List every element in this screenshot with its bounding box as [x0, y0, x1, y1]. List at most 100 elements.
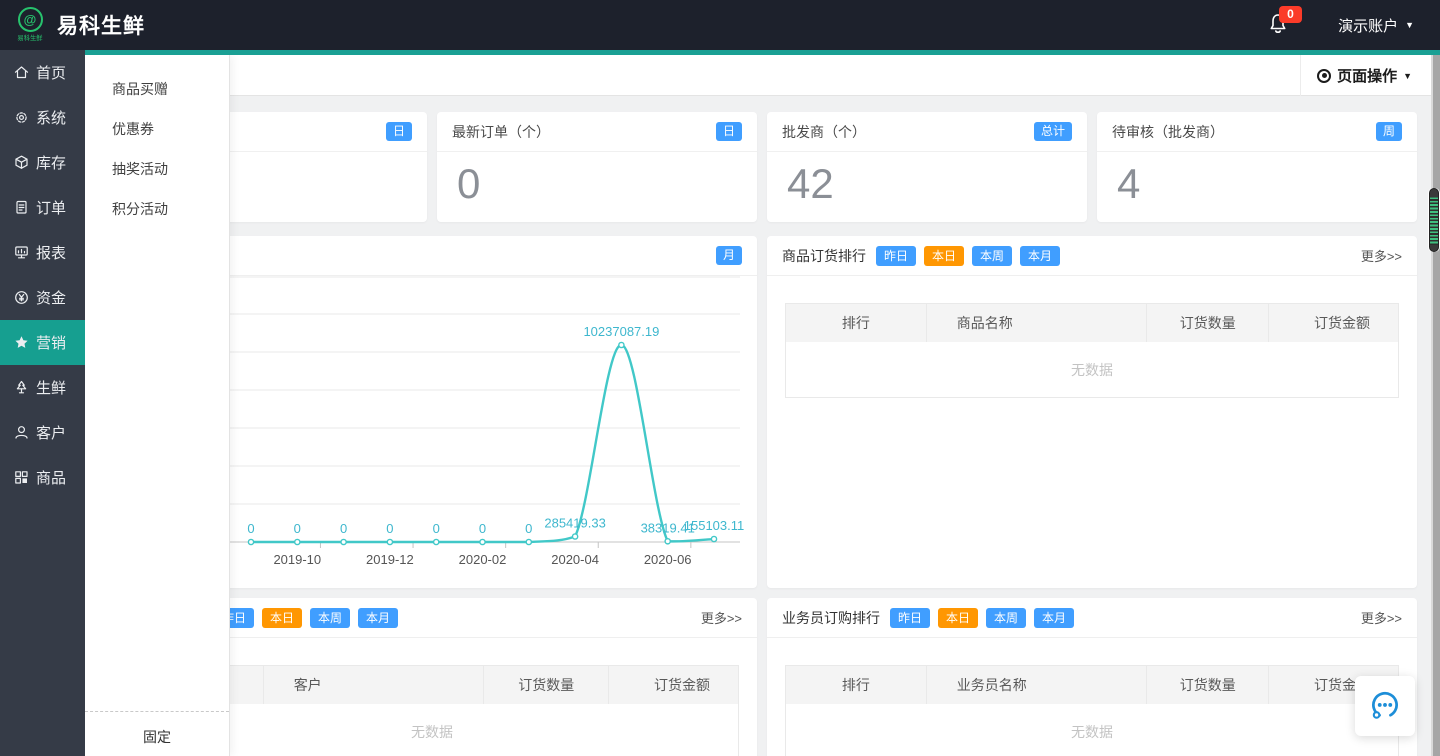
- customer-icon: [13, 424, 30, 441]
- stat-card-title: 批发商（个）: [782, 122, 866, 142]
- stat-card: 待审核（批发商）周4: [1097, 112, 1417, 222]
- table-column-header: 客户: [264, 666, 484, 704]
- page-actions-dropdown[interactable]: 页面操作 ▼: [1300, 55, 1428, 96]
- order-icon: [13, 199, 30, 216]
- account-name: 演示账户: [1338, 15, 1398, 36]
- data-point: [341, 539, 346, 544]
- stat-card: 批发商（个） 总计 42: [767, 112, 1087, 222]
- sidebar-item-inventory[interactable]: 库存: [0, 140, 85, 185]
- table-header-row: 排行商品名称订货数量订货金额: [786, 304, 1398, 342]
- sidebar-item-home[interactable]: 首页: [0, 50, 85, 95]
- caret-down-icon: ▼: [1405, 20, 1414, 30]
- stat-card-header: 批发商（个） 总计: [767, 112, 1087, 152]
- notification-bell-button[interactable]: 0: [1266, 11, 1292, 39]
- data-point-label: 0: [247, 521, 254, 536]
- panel-title: 业务员订购排行: [782, 608, 880, 628]
- submenu-item[interactable]: 优惠券: [85, 109, 229, 149]
- data-point: [573, 534, 578, 539]
- more-link[interactable]: 更多>>: [1361, 246, 1402, 265]
- table-column-header: 订货金额: [1269, 304, 1398, 342]
- sidebar-item-customer[interactable]: 客户: [0, 410, 85, 455]
- sidebar-item-order[interactable]: 订单: [0, 185, 85, 230]
- more-link[interactable]: 更多>>: [701, 608, 742, 627]
- stat-card-value: 4: [1097, 152, 1417, 208]
- sidebar-item-marketing[interactable]: 营销: [0, 320, 85, 365]
- filter-button[interactable]: 昨日: [876, 246, 916, 266]
- filter-button[interactable]: 本月: [1020, 246, 1060, 266]
- panel-header: 商品订货排行 昨日本日本周本月 更多>>: [767, 236, 1417, 276]
- marketing-icon: [13, 334, 30, 351]
- sidebar-item-product[interactable]: 商品: [0, 455, 85, 500]
- radio-icon: [1317, 69, 1331, 83]
- data-point: [387, 539, 392, 544]
- product-ranking-panel: 商品订货排行 昨日本日本周本月 更多>> 排行商品名称订货数量订货金额无数据: [767, 236, 1417, 588]
- pin-button[interactable]: 固定: [85, 711, 229, 747]
- filter-button[interactable]: 本月: [1034, 608, 1074, 628]
- stat-card-value: 42: [767, 152, 1087, 208]
- x-axis-tick-label: 2019-12: [366, 552, 414, 567]
- sidebar: 首页系统库存订单报表资金营销生鲜客户商品: [0, 50, 85, 756]
- logo-subtext: 易科生鲜: [17, 34, 42, 43]
- data-point-label: 285419.33: [544, 516, 605, 531]
- caret-down-icon: ▼: [1403, 71, 1412, 81]
- table-column-header: 订货金额: [609, 666, 738, 704]
- sidebar-item-fresh[interactable]: 生鲜: [0, 365, 85, 410]
- table-empty-state: 无数据: [786, 342, 1398, 397]
- more-link[interactable]: 更多>>: [1361, 608, 1402, 627]
- table-column-header: 业务员名称: [927, 666, 1147, 704]
- x-axis-tick-label: 2020-02: [459, 552, 507, 567]
- sidebar-item-label: 首页: [36, 62, 66, 83]
- funds-icon: [13, 289, 30, 306]
- scrollbar-thumb[interactable]: [1429, 188, 1439, 252]
- filter-button[interactable]: 本月: [358, 608, 398, 628]
- filter-button[interactable]: 本日: [938, 608, 978, 628]
- sidebar-item-funds[interactable]: 资金: [0, 275, 85, 320]
- submenu-item[interactable]: 抽奖活动: [85, 149, 229, 189]
- inventory-icon: [13, 154, 30, 171]
- chat-fab-button[interactable]: [1355, 676, 1415, 736]
- filter-button[interactable]: 本周: [972, 246, 1012, 266]
- sidebar-item-report[interactable]: 报表: [0, 230, 85, 275]
- x-axis-tick-label: 2019-10: [273, 552, 321, 567]
- data-point-label: 0: [525, 521, 532, 536]
- period-badge: 总计: [1034, 122, 1072, 142]
- data-point-label: 0: [386, 521, 393, 536]
- data-point: [526, 539, 531, 544]
- fresh-icon: [13, 379, 30, 396]
- data-point: [665, 539, 670, 544]
- home-icon: [13, 64, 30, 81]
- data-point: [480, 539, 485, 544]
- stat-card-value: 0: [437, 152, 757, 208]
- filter-button[interactable]: 本日: [262, 608, 302, 628]
- sidebar-item-label: 订单: [36, 197, 66, 218]
- sidebar-item-label: 库存: [36, 152, 66, 173]
- filter-button[interactable]: 本周: [310, 608, 350, 628]
- submenu-item[interactable]: 商品买赠: [85, 69, 229, 109]
- stat-card: 最新订单（个）日0: [437, 112, 757, 222]
- data-point: [711, 536, 716, 541]
- sidebar-item-label: 客户: [36, 422, 66, 443]
- filter-button[interactable]: 本周: [986, 608, 1026, 628]
- notification-count-badge: 0: [1279, 6, 1302, 23]
- data-point-label: 0: [479, 521, 486, 536]
- report-icon: [13, 244, 30, 261]
- filter-button[interactable]: 昨日: [890, 608, 930, 628]
- data-point: [295, 539, 300, 544]
- data-point-label: 10237087.19: [583, 324, 659, 339]
- filter-button[interactable]: 本日: [924, 246, 964, 266]
- sidebar-item-label: 营销: [36, 332, 66, 353]
- marketing-submenu-flyout: 商品买赠优惠券抽奖活动积分活动 固定: [85, 55, 230, 756]
- data-point-label: 0: [294, 521, 301, 536]
- sidebar-item-gear[interactable]: 系统: [0, 95, 85, 140]
- table-column-header: 订货数量: [1147, 304, 1269, 342]
- product-icon: [13, 469, 30, 486]
- sidebar-item-label: 资金: [36, 287, 66, 308]
- panel-title: 商品订货排行: [782, 246, 866, 266]
- data-point: [619, 342, 624, 347]
- submenu-item[interactable]: 积分活动: [85, 189, 229, 229]
- account-menu[interactable]: 演示账户 ▼: [1338, 15, 1414, 36]
- data-point-label: 155103.11: [684, 518, 745, 533]
- sidebar-item-label: 生鲜: [36, 377, 66, 398]
- scrollbar-track[interactable]: [1431, 55, 1440, 756]
- table-column-header: 排行: [786, 304, 927, 342]
